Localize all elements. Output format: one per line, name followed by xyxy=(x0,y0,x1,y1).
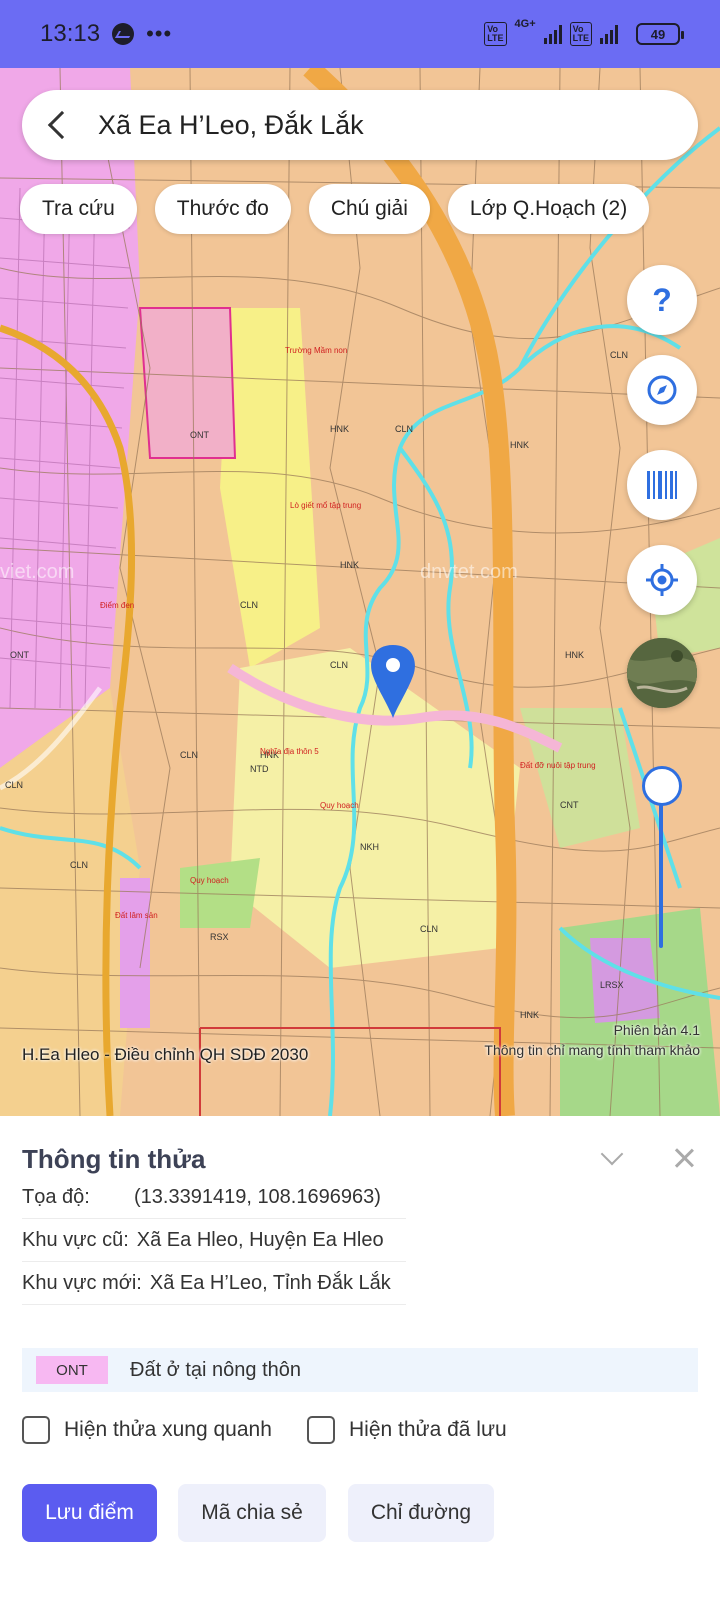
old-area-row: Khu vực cũ: Xã Ea Hleo, Huyện Ea Hleo xyxy=(22,1219,406,1262)
help-button[interactable]: ? xyxy=(627,265,697,335)
svg-text:CLN: CLN xyxy=(610,350,628,360)
svg-text:CNT: CNT xyxy=(560,800,579,810)
status-time: 13:13 xyxy=(40,20,101,47)
checkbox-label: Hiện thửa đã lưu xyxy=(349,1418,507,1441)
svg-text:LRSX: LRSX xyxy=(600,980,624,990)
parcel-info-panel: Thông tin thửa Tọa độ: (13.3391419, 108.… xyxy=(0,1116,720,1600)
chip-planning-layers[interactable]: Lớp Q.Hoạch (2) xyxy=(447,184,650,234)
svg-text:Điểm đen: Điểm đen xyxy=(100,601,134,610)
map-disclaimer: Phiên bản 4.1 Thông tin chỉ mang tính th… xyxy=(484,1020,700,1060)
svg-text:HNK: HNK xyxy=(510,440,529,450)
svg-text:CLN: CLN xyxy=(395,424,413,434)
coordinates-value: (13.3391419, 108.1696963) xyxy=(134,1185,381,1208)
chip-lookup[interactable]: Tra cứu xyxy=(20,184,137,234)
coordinates-row: Tọa độ: (13.3391419, 108.1696963) xyxy=(22,1176,406,1219)
more-notifications-icon: ••• xyxy=(146,21,173,46)
chip-legend[interactable]: Chú giải xyxy=(308,184,430,234)
checkbox-box[interactable] xyxy=(22,1416,50,1444)
svg-text:CLN: CLN xyxy=(180,750,198,760)
messenger-icon xyxy=(112,23,135,45)
svg-text:HNK: HNK xyxy=(340,560,359,570)
svg-text:Đất lâm sản: Đất lâm sản xyxy=(115,911,158,920)
svg-text:ONT: ONT xyxy=(190,430,210,440)
opacity-slider-handle[interactable] xyxy=(642,766,682,806)
svg-text:Quy hoạch: Quy hoạch xyxy=(320,801,359,810)
land-use-code-badge: ONT xyxy=(36,1356,108,1384)
row-key: Tọa độ: xyxy=(22,1185,90,1208)
old-area-value: Xã Ea Hleo, Huyện Ea Hleo xyxy=(136,1228,384,1251)
svg-text:HNK: HNK xyxy=(330,424,349,434)
svg-text:Quy hoạch: Quy hoạch xyxy=(190,876,229,885)
compass-icon xyxy=(647,375,677,405)
svg-text:viet.com: viet.com xyxy=(0,561,74,583)
barcode-button[interactable] xyxy=(627,450,697,520)
land-use-description: Đất ở tại nông thôn xyxy=(130,1358,302,1381)
new-area-value: Xã Ea H’Leo, Tỉnh Đắk Lắk xyxy=(149,1271,391,1294)
satellite-icon xyxy=(627,638,697,708)
svg-text:Lò giết mổ tập trung: Lò giết mổ tập trung xyxy=(290,501,361,510)
svg-text:Nghĩa địa thôn 5: Nghĩa địa thôn 5 xyxy=(260,747,319,756)
locate-icon xyxy=(646,564,678,596)
chevron-down-icon[interactable] xyxy=(600,1142,624,1166)
svg-text:NTD: NTD xyxy=(250,764,269,774)
new-area-row: Khu vực mới: Xã Ea H’Leo, Tỉnh Đắk Lắk xyxy=(22,1262,406,1305)
map-plan-name: H.Ea Hleo - Điều chỉnh QH SDĐ 2030 xyxy=(22,1045,309,1064)
map-disclaimer-text: Thông tin chỉ mang tính tham khảo xyxy=(484,1042,700,1058)
show-surrounding-checkbox[interactable]: Hiện thửa xung quanh xyxy=(22,1416,272,1444)
svg-text:RSX: RSX xyxy=(210,932,229,942)
svg-text:dnvtet.com: dnvtet.com xyxy=(420,561,518,583)
svg-text:CLN: CLN xyxy=(330,660,348,670)
checkbox-label: Hiện thửa xung quanh xyxy=(64,1418,272,1441)
satellite-layer-button[interactable] xyxy=(627,638,697,708)
svg-text:Trường Mầm non: Trường Mầm non xyxy=(285,346,347,355)
land-use-row: ONT Đất ở tại nông thôn xyxy=(22,1348,698,1392)
battery-icon: 49 xyxy=(636,23,684,45)
close-icon[interactable] xyxy=(672,1146,696,1170)
opacity-slider-track[interactable] xyxy=(659,788,663,948)
volte-icon-2: Vo LTE xyxy=(569,22,592,46)
svg-text:CLN: CLN xyxy=(420,924,438,934)
show-saved-checkbox[interactable]: Hiện thửa đã lưu xyxy=(307,1416,507,1444)
signal-icon xyxy=(543,24,562,44)
signal-icon-2 xyxy=(600,24,618,44)
help-icon: ? xyxy=(652,281,672,318)
panel-title: Thông tin thửa xyxy=(22,1144,206,1174)
svg-text:HNK: HNK xyxy=(520,1010,539,1020)
svg-text:CLN: CLN xyxy=(240,600,258,610)
chip-measure[interactable]: Thước đo xyxy=(154,184,291,234)
map-tool-chips: Tra cứu Thước đo Chú giải Lớp Q.Hoạch (2… xyxy=(20,184,650,234)
save-point-button[interactable]: Lưu điểm xyxy=(22,1484,157,1542)
back-icon[interactable] xyxy=(47,110,77,140)
svg-text:NKH: NKH xyxy=(360,842,379,852)
status-indicators: Vo LTE 4G+ Vo LTE 49 xyxy=(484,18,684,46)
my-location-button[interactable] xyxy=(627,545,697,615)
svg-text:ONT: ONT xyxy=(10,650,30,660)
network-type: 4G+ xyxy=(514,18,536,30)
volte-icon: Vo LTE xyxy=(484,22,507,46)
directions-button[interactable]: Chỉ đường xyxy=(348,1484,494,1542)
row-key: Khu vực mới: xyxy=(22,1271,142,1294)
svg-text:HNK: HNK xyxy=(565,650,584,660)
svg-text:Đất đỡ nuôi tập trung: Đất đỡ nuôi tập trung xyxy=(520,761,596,770)
row-key: Khu vực cũ: xyxy=(22,1228,129,1251)
share-code-button[interactable]: Mã chia sẻ xyxy=(178,1484,326,1542)
barcode-icon xyxy=(647,471,677,499)
svg-text:CLN: CLN xyxy=(70,860,88,870)
search-location-title[interactable]: Xã Ea H’Leo, Đắk Lắk xyxy=(98,110,364,141)
compass-button[interactable] xyxy=(627,355,697,425)
svg-text:CLN: CLN xyxy=(5,780,23,790)
search-bar[interactable]: Xã Ea H’Leo, Đắk Lắk xyxy=(22,90,698,160)
status-bar: 13:13 ••• Vo LTE 4G+ Vo LTE 49 xyxy=(0,0,720,68)
map-version: Phiên bản 4.1 xyxy=(613,1022,700,1038)
checkbox-box[interactable] xyxy=(307,1416,335,1444)
